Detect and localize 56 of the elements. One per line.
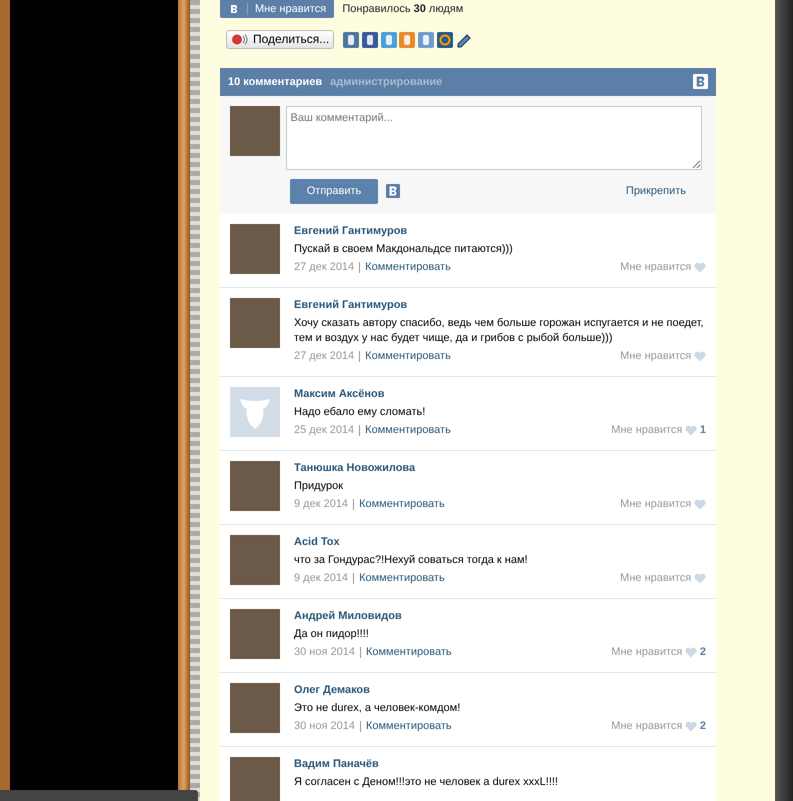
vk-logo-icon [693, 74, 708, 90]
author-name-link[interactable]: Олег Демаков [294, 683, 706, 698]
author-name-link[interactable]: Вадим Паначёв [294, 757, 706, 772]
vk-logo-icon [386, 184, 400, 198]
comment-date: 27 дек 2014 [294, 349, 354, 364]
social-share-icon[interactable] [362, 32, 378, 48]
comment-count: 10 комментариев [228, 74, 322, 90]
reply-link[interactable]: Комментировать [359, 497, 445, 512]
author-name-link[interactable]: Евгений Гантимуров [294, 224, 706, 239]
social-share-icon[interactable] [380, 32, 397, 48]
comment-text: Я согласен с Деном!!!это не человек а durex xxxL!!!! [294, 775, 559, 790]
heart-icon[interactable] [694, 573, 706, 584]
comment-text: Надо ебало ему сломать! [294, 405, 426, 420]
like-count: 1 [700, 423, 706, 438]
heart-icon[interactable] [694, 351, 706, 362]
reply-link[interactable]: Комментировать [366, 719, 452, 734]
author-name-link[interactable]: Максим Аксёнов [294, 387, 706, 402]
author-name-link[interactable]: Acid Tox [294, 535, 706, 550]
reply-link[interactable]: Комментировать [365, 423, 451, 438]
heart-icon[interactable] [685, 721, 698, 732]
author-name-link[interactable]: Андрей Миловидов [294, 609, 706, 624]
comment-date: 9 дек 2014 [294, 571, 348, 586]
heart-icon[interactable] [685, 647, 698, 658]
social-share-icon[interactable] [343, 32, 360, 48]
author-name-link[interactable]: Евгений Гантимуров [294, 298, 706, 313]
comment-text: Это не durex, а человек-комдом! [294, 701, 462, 716]
comment-text: Придурок [294, 479, 344, 494]
reply-link[interactable]: Комментировать [359, 571, 445, 586]
heart-icon[interactable] [694, 262, 706, 273]
speaker-icon [231, 33, 249, 46]
comment-date: 30 ноя 2014 [294, 645, 355, 660]
comment-text: Пускай в своем Макдональдсе питаются))) [294, 242, 514, 257]
share-button[interactable]: Поделиться... [226, 30, 334, 49]
comment-text: Хочу сказать автору спасибо, ведь чем больше горожан испугается и не поедет, тем и воздух у нас будет чище, да и грибов с рыбой больше))) [294, 316, 705, 346]
pencil-icon[interactable] [456, 32, 472, 48]
like-count: 2 [700, 719, 706, 734]
vk-logo-icon [228, 3, 240, 15]
at-sign-icon[interactable] [436, 32, 453, 48]
reply-link[interactable]: Комментировать [365, 260, 451, 275]
reply-link[interactable]: Комментировать [366, 645, 452, 660]
comment-date: 9 дек 2014 [294, 497, 348, 512]
comment-date: 27 дек 2014 [294, 260, 354, 275]
submit-button[interactable]: Отправить [290, 179, 378, 204]
comment-input-field[interactable]: Ваш комментарий... [286, 106, 702, 170]
comment-text: что за Гондурас?!Нехуй соваться тогда к нам! [294, 553, 529, 568]
like-count: 2 [700, 645, 706, 660]
heart-icon[interactable] [685, 425, 698, 436]
comment-date: 30 ноя 2014 [294, 719, 355, 734]
reply-link[interactable]: Комментировать [365, 349, 451, 364]
like-count-text: Понравилось 30 людям [342, 2, 464, 16]
like-button[interactable]: Мне нравится [220, 0, 334, 18]
attach-link[interactable]: Прикрепить [626, 184, 686, 199]
comment-text: Да он пидор!!!! [294, 627, 370, 642]
author-name-link[interactable]: Танюшка Новожилова [294, 461, 706, 476]
heart-icon[interactable] [694, 499, 706, 510]
comment-date: 25 дек 2014 [294, 423, 354, 438]
